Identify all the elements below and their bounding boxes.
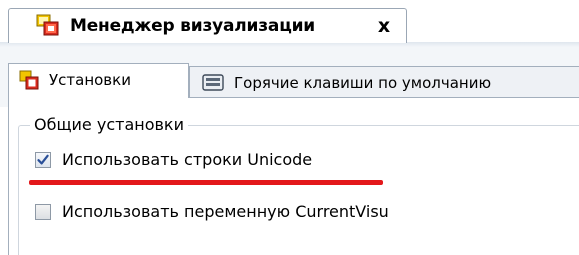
general-settings-group <box>18 125 579 255</box>
tab-settings[interactable]: Установки <box>8 63 189 98</box>
document-tab-title: Менеджер визуализации <box>70 16 316 36</box>
close-icon[interactable]: x <box>372 14 396 38</box>
settings-window-icon <box>19 70 39 90</box>
check-mark-icon <box>37 154 49 165</box>
currentvisu-checkbox[interactable] <box>35 204 51 220</box>
tab-hotkeys-label: Горячие клавиши по умолчанию <box>234 74 492 92</box>
highlight-underline <box>29 180 383 185</box>
unicode-checkbox-label[interactable]: Использовать строки Unicode <box>62 149 312 171</box>
currentvisu-checkbox-label[interactable]: Использовать переменную CurrentVisu <box>62 201 389 223</box>
unicode-checkbox[interactable] <box>35 152 51 168</box>
tab-hotkeys[interactable]: Горячие клавиши по умолчанию <box>189 66 579 98</box>
keyboard-icon <box>202 74 224 91</box>
visualization-manager-icon <box>36 14 59 36</box>
tab-settings-label: Установки <box>49 71 131 89</box>
group-title: Общие установки <box>30 114 188 136</box>
